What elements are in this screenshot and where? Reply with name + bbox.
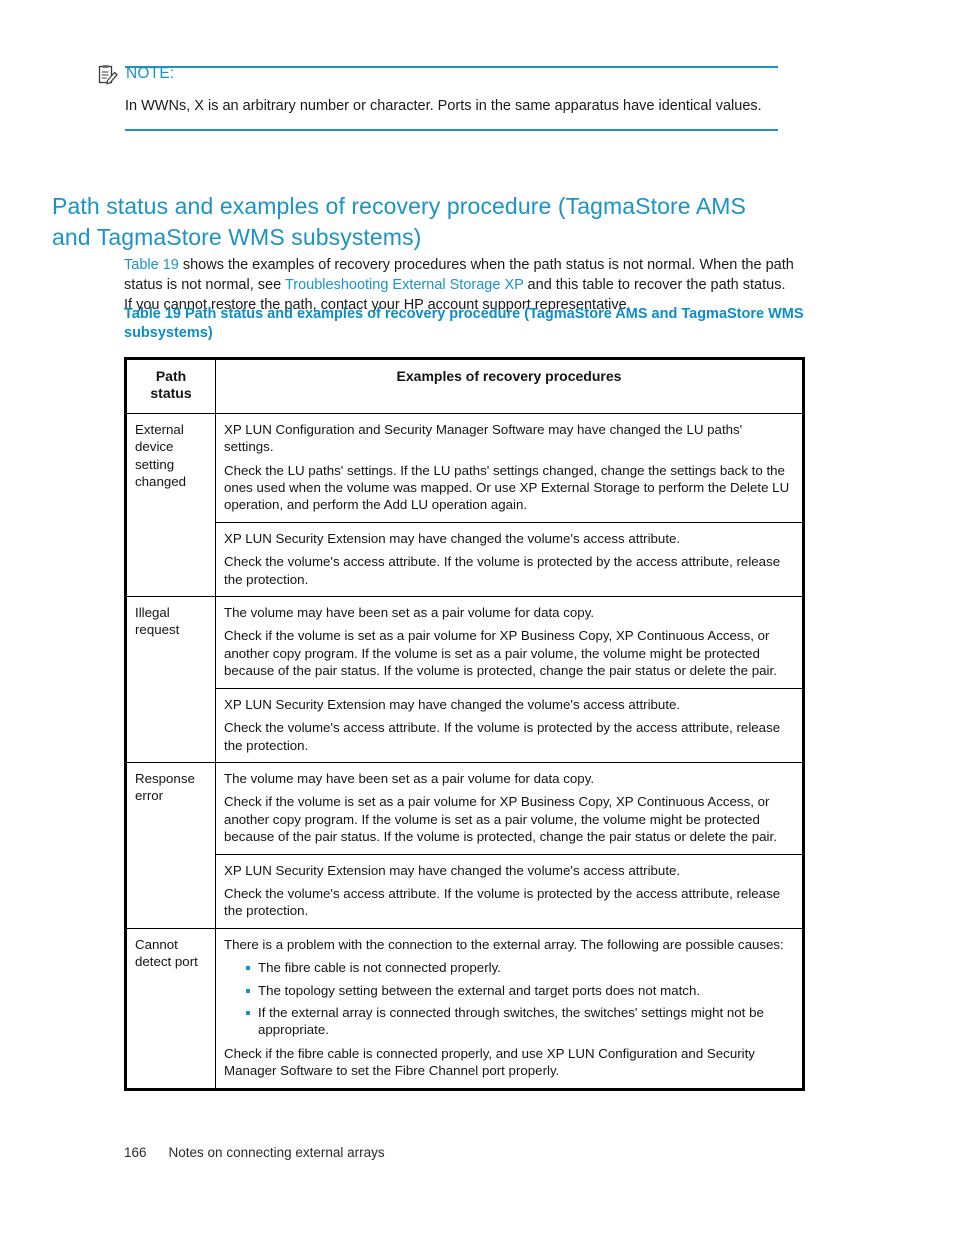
table-row: XP LUN Security Extension may have chang… xyxy=(126,853,804,929)
cell-path-status: Response error xyxy=(125,761,216,929)
procedure-paragraph: XP LUN Security Extension may have chang… xyxy=(224,696,681,712)
link-troubleshooting-external-storage[interactable]: Troubleshooting External Storage XP xyxy=(285,277,524,293)
table-header-row: Path status Examples of recovery procedu… xyxy=(125,358,804,414)
table-row: XP LUN Security Extension may have chang… xyxy=(126,687,804,763)
column-header-examples: Examples of recovery procedures xyxy=(215,358,804,414)
note-header: NOTE: xyxy=(96,59,782,88)
table-row: Response error The volume may have been … xyxy=(125,761,804,929)
procedure-paragraph: Check the LU paths' settings. If the LU … xyxy=(224,462,790,513)
column-header-path-status: Path status xyxy=(125,358,216,414)
procedure-paragraph: XP LUN Security Extension may have chang… xyxy=(224,862,681,878)
link-table-19[interactable]: Table 19 xyxy=(124,257,179,273)
cell-recovery-procedure: There is a problem with the connection t… xyxy=(215,927,804,1090)
recovery-table-wrapper: Path status Examples of recovery procedu… xyxy=(124,357,805,1091)
procedure-outro: Check if the fibre cable is connected pr… xyxy=(224,1045,755,1079)
procedure-paragraph: Check the volume's access attribute. If … xyxy=(224,554,781,587)
procedure-intro: There is a problem with the connection t… xyxy=(224,936,784,952)
footer-chapter-title: Notes on connecting external arrays xyxy=(168,1145,385,1160)
note-label: NOTE: xyxy=(126,65,175,82)
note-clipboard-icon xyxy=(96,64,120,88)
note-admonition: NOTE: In WWNs, X is an arbitrary number … xyxy=(96,65,782,131)
procedure-paragraph: XP LUN Configuration and Security Manage… xyxy=(224,421,743,455)
procedure-paragraph: Check the volume's access attribute. If … xyxy=(224,720,781,753)
footer-page-number: 166 xyxy=(124,1145,147,1160)
table-row: External device setting changed XP LUN C… xyxy=(126,413,804,523)
procedure-paragraph: Check if the volume is set as a pair vol… xyxy=(224,628,777,679)
cell-recovery-procedure: XP LUN Security Extension may have chang… xyxy=(215,687,804,763)
section-heading: Path status and examples of recovery pro… xyxy=(52,193,746,251)
list-item: The topology setting between the externa… xyxy=(246,982,794,999)
cell-recovery-procedure: The volume may have been set as a pair v… xyxy=(215,761,804,855)
list-item: If the external array is connected throu… xyxy=(246,1004,794,1039)
cell-path-status: Illegal request xyxy=(125,596,216,763)
procedure-paragraph: The volume may have been set as a pair v… xyxy=(224,605,595,621)
cell-recovery-procedure: XP LUN Security Extension may have chang… xyxy=(215,521,804,597)
procedure-paragraph: Check the volume's access attribute. If … xyxy=(224,885,781,919)
cell-path-status: Cannot detect port xyxy=(125,927,216,1090)
cell-path-status: External device setting changed xyxy=(135,421,187,490)
list-item: The fibre cable is not connected properl… xyxy=(246,959,794,976)
recovery-procedures-table: Path status Examples of recovery procedu… xyxy=(124,357,805,1091)
cell-recovery-procedure: XP LUN Configuration and Security Manage… xyxy=(215,413,804,523)
procedure-paragraph: Check if the volume is set as a pair vol… xyxy=(224,794,777,845)
note-bottom-rule xyxy=(125,129,778,131)
cell-recovery-procedure: XP LUN Security Extension may have chang… xyxy=(215,853,804,929)
procedure-paragraph: The volume may have been set as a pair v… xyxy=(224,770,595,786)
cell-recovery-procedure: The volume may have been set as a pair v… xyxy=(215,596,804,689)
table-row: Cannot detect port There is a problem wi… xyxy=(125,927,804,1090)
document-page: NOTE: In WWNs, X is an arbitrary number … xyxy=(0,0,954,1235)
table-caption: Table 19 Path status and examples of rec… xyxy=(124,306,804,341)
possible-causes-list: The fibre cable is not connected properl… xyxy=(224,959,794,1039)
note-body-text: In WWNs, X is an arbitrary number or cha… xyxy=(125,98,762,114)
table-row: Illegal request The volume may have been… xyxy=(125,596,804,763)
page-footer: 166 Notes on connecting external arrays xyxy=(124,1144,385,1162)
procedure-paragraph: XP LUN Security Extension may have chang… xyxy=(224,530,681,546)
table-row: XP LUN Security Extension may have chang… xyxy=(126,521,804,597)
